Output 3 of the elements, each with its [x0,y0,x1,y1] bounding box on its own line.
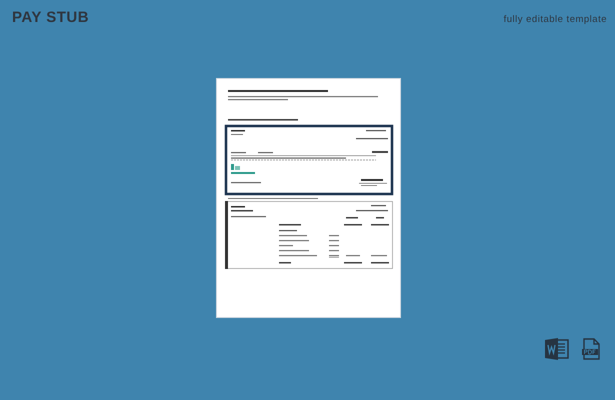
page-title: PAY STUB [12,9,90,26]
tagline: fully editable template [504,14,607,25]
word-document-icon [545,338,569,360]
